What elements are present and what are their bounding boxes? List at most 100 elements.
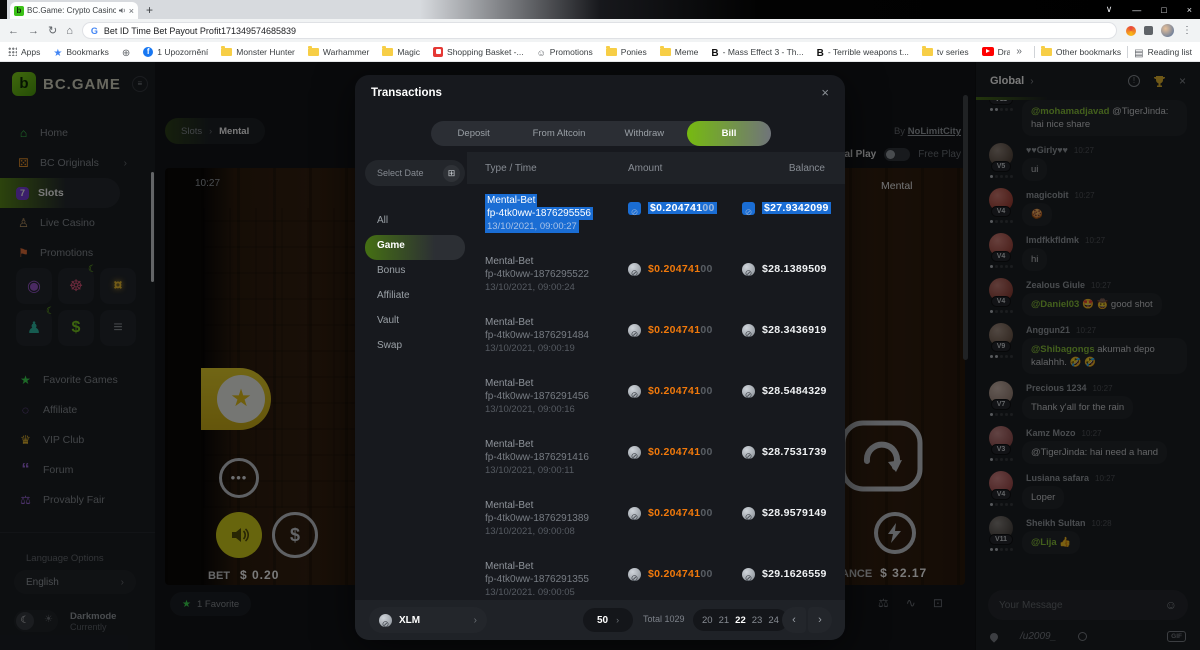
- transactions-table: Type / Time Amount Balance Mental-Bet fp…: [467, 152, 845, 600]
- next-page-icon[interactable]: ›: [808, 607, 832, 633]
- maximize-icon[interactable]: □: [1161, 5, 1166, 15]
- bookmark-item[interactable]: Ponies: [606, 47, 647, 57]
- bookmark-item[interactable]: [122, 43, 130, 61]
- transactions-tabs: Deposit From Altcoin Withdraw Bill: [431, 121, 771, 146]
- bet-balance: $28.5484329: [762, 385, 827, 397]
- bookmarks-bar: Apps Bookmarks 1 Upozornění Monster Hunt…: [0, 42, 1200, 62]
- bookmarks-separator: [1127, 46, 1128, 58]
- new-tab-button[interactable]: +: [146, 3, 153, 17]
- modal-close-icon[interactable]: ×: [821, 85, 829, 100]
- extension-icon[interactable]: [1126, 26, 1136, 36]
- url-bar[interactable]: G Bet ID Time Bet Payout Profit171349574…: [82, 22, 1117, 39]
- chevron-right-icon: ›: [474, 615, 477, 626]
- prev-page-icon[interactable]: ‹: [782, 607, 806, 633]
- transaction-filter[interactable]: Game: [365, 235, 465, 260]
- bet-type: Mental-Bet: [485, 377, 628, 390]
- bet-balance: $28.9579149: [762, 507, 827, 519]
- select-date-button[interactable]: Select Date: [365, 160, 465, 186]
- xlm-coin-icon: [628, 385, 641, 398]
- bet-time: 13/10/2021, 09:00:05: [485, 586, 628, 595]
- bet-balance: $28.3436919: [762, 324, 827, 336]
- transactions-tab[interactable]: From Altcoin: [516, 121, 601, 146]
- url-text[interactable]: Bet ID Time Bet Payout Profit17134957468…: [104, 26, 296, 36]
- xlm-coin-icon: [628, 324, 641, 337]
- browser-tab[interactable]: b BC.Game: Crypto Casino Gan ×: [10, 2, 138, 19]
- page-number[interactable]: 21: [719, 615, 730, 626]
- bookmark-item[interactable]: - Mass Effect 3 - Th...: [711, 43, 803, 61]
- transaction-filter[interactable]: All: [365, 210, 465, 235]
- bookmark-item[interactable]: - Terrible weapons t...: [817, 43, 909, 61]
- bookmark-item[interactable]: Monster Hunter: [221, 47, 295, 57]
- transaction-row[interactable]: Mental-Bet fp-4tk0ww-1876291416 13/10/20…: [467, 428, 845, 489]
- bookmark-icon: [433, 47, 443, 57]
- reading-list[interactable]: Reading list: [1134, 43, 1192, 61]
- xlm-coin-icon: [628, 446, 641, 459]
- transaction-row[interactable]: Mental-Bet fp-4tk0ww-1876295556 13/10/20…: [467, 184, 845, 245]
- bet-id: fp-4tk0ww-1876291456: [485, 390, 628, 403]
- bookmark-item[interactable]: 1 Upozornění: [143, 47, 208, 57]
- back-icon[interactable]: ←: [8, 25, 19, 37]
- transactions-tab[interactable]: Withdraw: [602, 121, 687, 146]
- table-header: Type / Time Amount Balance: [467, 152, 845, 184]
- forward-icon[interactable]: →: [28, 25, 39, 37]
- bet-id: fp-4tk0ww-1876291389: [485, 512, 628, 525]
- page-size-select[interactable]: 50 ›: [583, 608, 633, 632]
- total-count: Total 1029: [643, 614, 685, 624]
- bookmark-item[interactable]: Promotions: [537, 43, 593, 61]
- tab-close-icon[interactable]: ×: [129, 6, 134, 16]
- browser-menu-icon[interactable]: ⋮: [1182, 25, 1192, 36]
- bookmark-item[interactable]: tv series: [922, 47, 969, 57]
- reload-icon[interactable]: ↻: [48, 24, 57, 37]
- pagination: 20 21 22 23 24: [693, 609, 788, 631]
- transaction-filter[interactable]: Bonus: [365, 260, 465, 285]
- transaction-row[interactable]: Mental-Bet fp-4tk0ww-1876295522 13/10/20…: [467, 245, 845, 306]
- bookmarks-overflow-icon[interactable]: »: [1016, 46, 1022, 57]
- bet-id: fp-4tk0ww-1876291416: [485, 451, 628, 464]
- bookmark-item[interactable]: Dragonball Z: Battle...: [982, 47, 1011, 57]
- tab-search-icon[interactable]: ∨: [1106, 4, 1113, 15]
- xlm-coin-icon: [742, 568, 755, 581]
- window-close-icon[interactable]: ×: [1187, 5, 1192, 15]
- audio-icon[interactable]: [119, 7, 126, 14]
- bookmark-item[interactable]: Apps: [8, 47, 40, 57]
- xlm-coin-icon: [628, 202, 641, 215]
- transaction-row[interactable]: Mental-Bet fp-4tk0ww-1876291484 13/10/20…: [467, 306, 845, 367]
- folder-icon: [1041, 48, 1052, 56]
- bookmark-item[interactable]: Bookmarks: [53, 43, 108, 61]
- transaction-row[interactable]: Mental-Bet fp-4tk0ww-1876291389 13/10/20…: [467, 489, 845, 550]
- transactions-tab[interactable]: Bill: [687, 121, 771, 146]
- bet-type: Mental-Bet: [485, 194, 537, 207]
- bet-type: Mental-Bet: [485, 438, 628, 451]
- bet-id: fp-4tk0ww-1876295522: [485, 268, 628, 281]
- profile-avatar[interactable]: [1161, 24, 1174, 37]
- bet-balance: $29.1626559: [762, 568, 827, 580]
- bookmark-item[interactable]: Shopping Basket -...: [433, 47, 524, 57]
- transactions-tab[interactable]: Deposit: [431, 121, 516, 146]
- home-button-icon[interactable]: ⌂: [66, 25, 73, 37]
- page-number[interactable]: 22: [735, 615, 746, 626]
- bookmarks-separator: [1034, 46, 1035, 58]
- bookmark-icon: [660, 48, 671, 56]
- extensions-puzzle-icon[interactable]: [1144, 26, 1153, 35]
- transaction-filter[interactable]: Swap: [365, 335, 465, 360]
- bookmark-icon: [143, 47, 153, 57]
- page-number[interactable]: 24: [768, 615, 779, 626]
- chevron-right-icon: ›: [616, 615, 619, 625]
- bet-balance: $28.7531739: [762, 446, 827, 458]
- minimize-icon[interactable]: —: [1132, 5, 1141, 15]
- bookmark-item[interactable]: Magic: [382, 47, 420, 57]
- bookmark-item[interactable]: Meme: [660, 47, 699, 57]
- bookmark-item[interactable]: Warhammer: [308, 47, 369, 57]
- other-bookmarks[interactable]: Other bookmarks: [1041, 47, 1121, 57]
- transaction-row[interactable]: Mental-Bet fp-4tk0ww-1876291456 13/10/20…: [467, 367, 845, 428]
- calendar-icon: [443, 165, 460, 182]
- transaction-filter[interactable]: Affiliate: [365, 285, 465, 310]
- currency-select[interactable]: XLM ›: [369, 607, 487, 633]
- transaction-row[interactable]: Mental-Bet fp-4tk0ww-1876291355 13/10/20…: [467, 550, 845, 595]
- bet-time: 13/10/2021, 09:00:11: [485, 464, 628, 477]
- transaction-filter[interactable]: Vault: [365, 310, 465, 335]
- bet-time: 13/10/2021, 09:00:16: [485, 403, 628, 416]
- page-number[interactable]: 23: [752, 615, 763, 626]
- column-type-time: Type / Time: [485, 163, 628, 174]
- page-number[interactable]: 20: [702, 615, 713, 626]
